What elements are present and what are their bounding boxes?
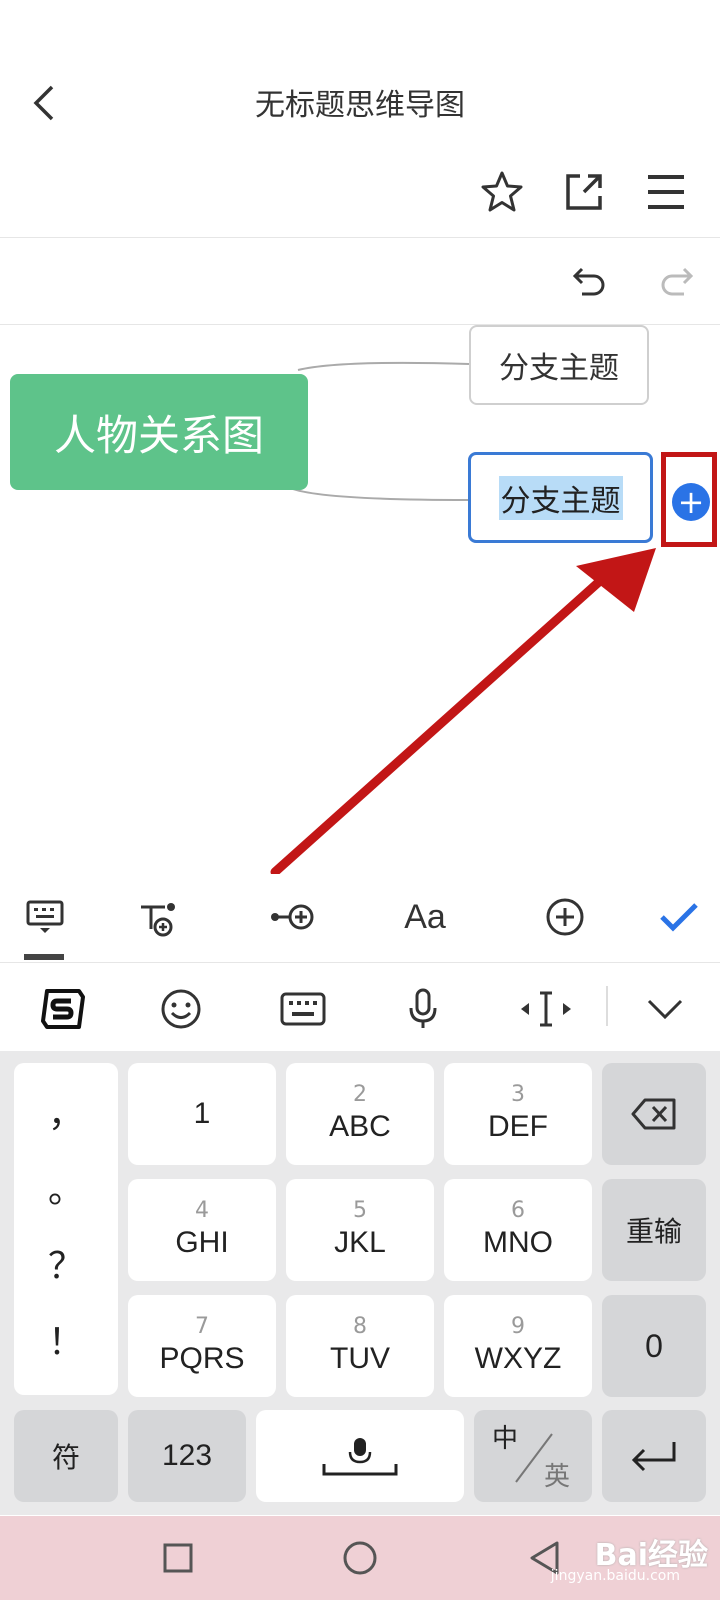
key-9-wxyz[interactable]: 9 WXYZ bbox=[444, 1295, 592, 1397]
key-5-jkl[interactable]: 5 JKL bbox=[286, 1179, 434, 1281]
sogou-logo-icon bbox=[41, 989, 85, 1029]
add-sibling-icon bbox=[271, 904, 314, 930]
toolbar-separator bbox=[606, 986, 608, 1026]
sogou-logo-button[interactable] bbox=[36, 984, 90, 1034]
active-tab-indicator bbox=[24, 954, 64, 960]
microphone-icon bbox=[409, 988, 437, 1028]
confirm-check-icon bbox=[660, 903, 698, 932]
cursor-move-icon bbox=[521, 991, 571, 1027]
recent-apps-button[interactable] bbox=[156, 1536, 200, 1580]
space-mic-icon bbox=[322, 1438, 398, 1476]
add-sibling-button[interactable] bbox=[266, 892, 320, 942]
add-topic-button[interactable] bbox=[540, 892, 590, 942]
enter-icon bbox=[631, 1442, 676, 1472]
punctuation-column[interactable]: ， 。 ？ ！ bbox=[14, 1063, 118, 1395]
keyboard-switch-icon bbox=[280, 992, 326, 1026]
key-4-ghi[interactable]: 4 GHI bbox=[128, 1179, 276, 1281]
keyboard-toggle-button[interactable] bbox=[20, 892, 70, 942]
key-6-mno[interactable]: 6 MNO bbox=[444, 1179, 592, 1281]
punct-exclaim[interactable]: ！ bbox=[48, 1305, 84, 1381]
key-1[interactable]: 1 bbox=[128, 1063, 276, 1165]
add-subtopic-icon bbox=[141, 903, 175, 937]
retype-key[interactable]: 重输 bbox=[602, 1179, 706, 1281]
keyboard-switch-button[interactable] bbox=[276, 984, 330, 1034]
collapse-keyboard-button[interactable] bbox=[640, 984, 690, 1034]
collapse-keyboard-icon bbox=[647, 999, 683, 1019]
circle-icon bbox=[343, 1541, 377, 1575]
keyboard-toolbar bbox=[0, 963, 720, 1051]
key-0[interactable]: 0 bbox=[602, 1295, 706, 1397]
punct-period[interactable]: 。 bbox=[48, 1153, 84, 1229]
enter-key[interactable] bbox=[602, 1410, 706, 1502]
symbols-key[interactable]: 符 bbox=[14, 1410, 118, 1502]
cursor-move-button[interactable] bbox=[516, 984, 576, 1034]
punct-question[interactable]: ？ bbox=[48, 1229, 84, 1305]
home-button[interactable] bbox=[338, 1536, 382, 1580]
backspace-key[interactable] bbox=[602, 1063, 706, 1165]
key-7-pqrs[interactable]: 7 PQRS bbox=[128, 1295, 276, 1397]
emoji-icon bbox=[161, 989, 201, 1029]
key-3-def[interactable]: 3 DEF bbox=[444, 1063, 592, 1165]
confirm-button[interactable] bbox=[654, 892, 704, 942]
node-edit-toolbar bbox=[0, 874, 720, 963]
annotation-arrow bbox=[270, 548, 656, 877]
text-style-button[interactable]: Aa bbox=[398, 892, 452, 942]
punct-comma[interactable]: ， bbox=[48, 1077, 84, 1153]
numbers-key[interactable]: 123 bbox=[128, 1410, 246, 1502]
backspace-icon bbox=[631, 1098, 676, 1130]
square-icon bbox=[163, 1543, 193, 1573]
emoji-button[interactable] bbox=[156, 984, 206, 1034]
watermark-url: jingyan.baidu.com bbox=[550, 1568, 680, 1584]
space-key[interactable] bbox=[256, 1410, 464, 1502]
add-subtopic-button[interactable] bbox=[134, 892, 184, 942]
key-8-tuv[interactable]: 8 TUV bbox=[286, 1295, 434, 1397]
voice-input-button[interactable] bbox=[398, 984, 448, 1034]
add-circle-icon bbox=[546, 898, 584, 936]
chinese-english-toggle-key[interactable]: 中 英 bbox=[474, 1410, 592, 1502]
key-2-abc[interactable]: 2 ABC bbox=[286, 1063, 434, 1165]
keyboard-icon bbox=[26, 900, 64, 933]
